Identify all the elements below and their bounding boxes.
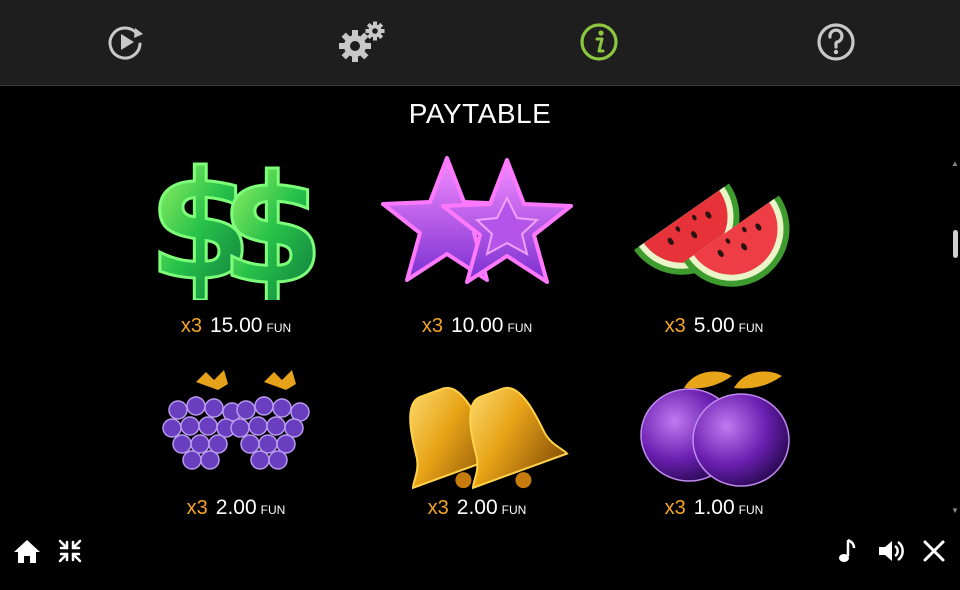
sound-icon (879, 540, 904, 562)
svg-text:$: $ (220, 150, 324, 300)
close-icon (923, 540, 945, 562)
currency-unit: FUN (501, 503, 527, 517)
settings-button[interactable] (338, 20, 386, 64)
close-button[interactable] (919, 536, 949, 566)
multiplier: x3 (427, 497, 449, 519)
payout-line: x3 5.00 FUN (614, 314, 814, 338)
home-icon (14, 540, 40, 563)
multiplier: x3 (186, 497, 208, 519)
settings-icon (339, 21, 385, 62)
watermelon-symbol (614, 150, 814, 300)
payout-line: x3 2.00 FUN (136, 496, 336, 520)
bells-symbol (377, 360, 577, 510)
payout-amount: 1.00 (693, 496, 735, 519)
payout-amount: 10.00 (450, 314, 504, 337)
scroll-thumb[interactable] (953, 230, 958, 258)
music-button[interactable] (832, 536, 862, 566)
payout-amount: 2.00 (215, 496, 257, 519)
currency-unit: FUN (738, 321, 764, 335)
minimize-button[interactable] (55, 536, 85, 566)
help-button[interactable] (814, 20, 858, 64)
scroll-up-arrow-icon[interactable]: ▲ (951, 160, 959, 168)
currency-unit: FUN (738, 503, 764, 517)
autoplay-button[interactable] (103, 20, 147, 64)
home-button[interactable] (12, 536, 42, 566)
currency-unit: FUN (507, 321, 533, 335)
multiplier: x3 (180, 315, 202, 337)
payout-amount: 15.00 (209, 314, 263, 337)
payout-amount: 5.00 (693, 314, 735, 337)
payout-line: x3 1.00 FUN (614, 496, 814, 520)
double-star-symbol (377, 150, 577, 300)
payout-line: x3 15.00 FUN (136, 314, 336, 338)
autoplay-icon (108, 26, 143, 60)
grapes-symbol (136, 360, 336, 510)
currency-unit: FUN (260, 503, 286, 517)
multiplier: x3 (664, 497, 686, 519)
multiplier: x3 (664, 315, 686, 337)
info-icon (580, 23, 618, 61)
payout-line: x3 2.00 FUN (377, 496, 577, 520)
minimize-icon (58, 539, 82, 563)
plums-symbol (614, 360, 814, 510)
sound-button[interactable] (876, 536, 906, 566)
multiplier: x3 (421, 315, 443, 337)
top-toolbar (0, 0, 960, 86)
double-dollar-symbol: $ $ (136, 150, 336, 300)
scrollbar[interactable]: ▲ ▼ (951, 160, 959, 515)
paytable-title: PAYTABLE (408, 98, 552, 129)
payout-line: x3 10.00 FUN (377, 314, 577, 338)
help-icon (817, 23, 855, 61)
music-icon (839, 538, 856, 562)
currency-unit: FUN (266, 321, 292, 335)
payout-amount: 2.00 (456, 496, 498, 519)
info-button[interactable] (577, 20, 621, 64)
scroll-down-arrow-icon[interactable]: ▼ (951, 507, 959, 515)
